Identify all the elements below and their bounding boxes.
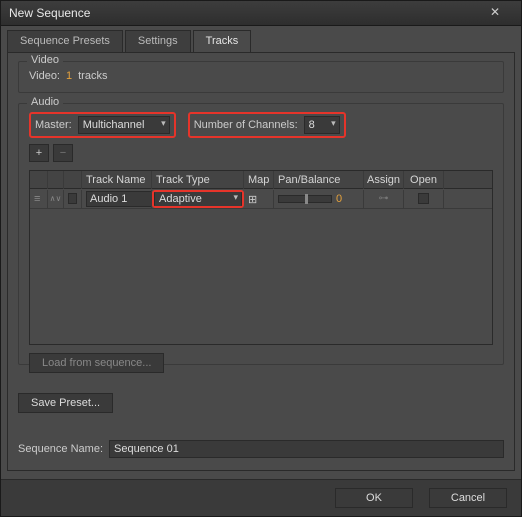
sequence-name-input[interactable]: [109, 440, 504, 458]
video-track-count[interactable]: 1: [66, 70, 72, 82]
new-sequence-dialog: New Sequence ✕ Sequence Presets Settings…: [0, 0, 522, 517]
col-pan: Pan/Balance: [274, 171, 364, 189]
track-name-input[interactable]: [86, 191, 152, 207]
track-type-highlight: Adaptive: [152, 190, 244, 208]
col-track-name: Track Name: [82, 171, 152, 189]
tab-sequence-presets[interactable]: Sequence Presets: [7, 30, 123, 52]
assign-icon: ⊶: [379, 193, 389, 204]
ok-button[interactable]: OK: [335, 488, 413, 508]
remove-track-button: −: [53, 144, 73, 162]
tracks-panel: Video Video: 1 tracks Audio Master: Mult…: [7, 52, 515, 471]
track-table-header: Track Name Track Type Map Pan/Balance As…: [30, 171, 492, 189]
load-from-sequence-button[interactable]: Load from sequence...: [29, 353, 164, 373]
video-group-title: Video: [27, 54, 63, 66]
add-track-button[interactable]: +: [29, 144, 49, 162]
row-check[interactable]: [64, 190, 82, 208]
video-group: Video Video: 1 tracks: [18, 61, 504, 93]
sequence-name-row: Sequence Name:: [18, 436, 504, 462]
video-label: Video:: [29, 70, 60, 82]
col-map: Map: [244, 171, 274, 189]
sequence-name-label: Sequence Name:: [18, 443, 103, 455]
track-type-select[interactable]: Adaptive: [154, 190, 242, 208]
pan-slider[interactable]: 0: [278, 193, 342, 205]
col-reorder: [48, 171, 64, 189]
row-assign[interactable]: ⊶: [364, 190, 404, 208]
audio-group: Audio Master: Multichannel Number of Cha…: [18, 103, 504, 365]
tab-bar: Sequence Presets Settings Tracks: [7, 30, 515, 52]
col-track-type: Track Type: [152, 171, 244, 189]
track-table: Track Name Track Type Map Pan/Balance As…: [29, 170, 493, 345]
row-pan[interactable]: 0: [274, 190, 364, 208]
col-check: [64, 171, 82, 189]
channels-highlight: Number of Channels: 8: [188, 112, 346, 138]
row-reorder[interactable]: ∧∨: [48, 190, 64, 208]
tab-tracks[interactable]: Tracks: [193, 30, 252, 52]
row-track-name: [82, 190, 152, 208]
master-label: Master:: [35, 119, 72, 131]
col-assign: Assign: [364, 171, 404, 189]
col-handle: [30, 171, 48, 189]
open-checkbox: [418, 193, 429, 204]
tab-settings[interactable]: Settings: [125, 30, 191, 52]
dialog-footer: OK Cancel: [1, 479, 521, 516]
save-preset-button[interactable]: Save Preset...: [18, 393, 113, 413]
audio-group-title: Audio: [27, 96, 63, 108]
col-open: Open: [404, 171, 444, 189]
channels-label: Number of Channels:: [194, 119, 298, 131]
map-icon: [248, 193, 262, 205]
channels-select[interactable]: 8: [304, 116, 340, 134]
pan-track: [278, 195, 332, 203]
video-tracks-suffix: tracks: [78, 70, 107, 82]
window-title: New Sequence: [9, 6, 90, 20]
table-row: ≡ ∧∨ Adaptive: [30, 189, 492, 209]
pan-value: 0: [336, 193, 342, 205]
dialog-body: Sequence Presets Settings Tracks Video V…: [1, 26, 521, 479]
close-button[interactable]: ✕: [475, 3, 515, 21]
titlebar[interactable]: New Sequence ✕: [1, 1, 521, 26]
pan-thumb: [305, 194, 308, 204]
cancel-button[interactable]: Cancel: [429, 488, 507, 508]
row-map[interactable]: [244, 190, 274, 208]
row-handle[interactable]: ≡: [30, 190, 48, 208]
row-open[interactable]: [404, 190, 444, 208]
checkbox-icon: [68, 193, 77, 204]
master-highlight: Master: Multichannel: [29, 112, 176, 138]
master-select[interactable]: Multichannel: [78, 116, 170, 134]
